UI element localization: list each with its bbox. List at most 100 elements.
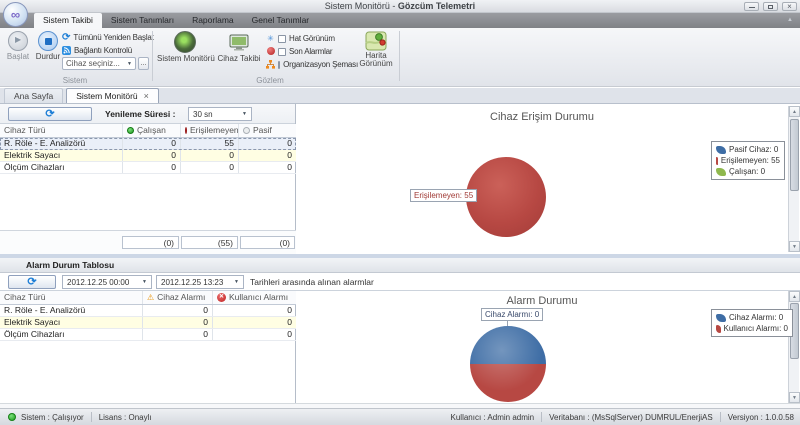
total-erisilemeyen: (55) (181, 236, 238, 249)
window-title: Sistem Monitörü - Gözcüm Telemetri (324, 1, 476, 11)
sistem-monitoru-button[interactable]: Sistem Monitörü (157, 30, 215, 63)
column-cihaz-turu[interactable]: Cihaz Türü (0, 291, 142, 304)
column-calisan[interactable]: Çalışan (122, 124, 180, 137)
status-system: Sistem : Çalışıyor (21, 412, 84, 422)
pie-alarm-durumu[interactable] (470, 326, 546, 402)
status-bar: Sistem : Çalışıyor Lisans : Onaylı Kulla… (0, 408, 800, 425)
group-label-gozlem: Gözlem (256, 76, 284, 85)
close-button[interactable]: × (782, 2, 797, 11)
legend-item: Kullanıcı Alarmı: 0 (716, 324, 788, 333)
table-row[interactable]: Ölçüm Cihazları 0 0 0 (0, 162, 296, 174)
monitor-toolbar: ⟳ Yenileme Süresi : 30 sn ▼ (0, 104, 295, 124)
stop-icon (38, 31, 58, 51)
ribbon: Başlat Durdur ⟳ Tümünü Yeniden Başlat Ba… (0, 28, 800, 87)
scroll-thumb[interactable] (790, 119, 799, 191)
date-to-combo[interactable]: 2012.12.25 13:23 ▼ (156, 275, 244, 289)
alarm-refresh-button[interactable]: ⟳ (8, 275, 56, 289)
column-cihaz-alarmi[interactable]: ⚠ Cihaz Alarmı (142, 291, 212, 304)
chart-legend: Cihaz Alarmı: 0 Kullanıcı Alarmı: 0 (711, 309, 793, 337)
cihaz-takibi-button[interactable]: Cihaz Takibi (215, 30, 263, 63)
doc-tab-sistem-monitoru[interactable]: Sistem Monitörü × (66, 88, 159, 103)
status-separator (90, 412, 92, 422)
group-label-sistem: Sistem (62, 76, 88, 85)
device-browse-button[interactable]: ... (138, 57, 149, 70)
ribbon-tab-sistem-takibi[interactable]: Sistem Takibi (34, 13, 102, 28)
running-dot-icon (127, 127, 134, 134)
legend-swatch-green (716, 167, 726, 176)
legend-swatch-blue (716, 313, 726, 322)
column-cihaz-turu[interactable]: Cihaz Türü (0, 124, 122, 137)
alarm-grid: Cihaz Türü ⚠ Cihaz Alarmı ✕ Kullanıcı Alar… (0, 291, 296, 403)
alarm-chart-panel: Alarm Durumu Cihaz Alarmı: 0 Cihaz Alarm… (297, 291, 800, 403)
alarm-icon (266, 46, 275, 57)
alarm-grid-header: Cihaz Türü ⚠ Cihaz Alarmı ✕ Kullanıcı Alar… (0, 291, 296, 305)
date-from-combo[interactable]: 2012.12.25 00:00 ▼ (62, 275, 152, 289)
table-row[interactable]: Elektrik Sayacı 0 0 (0, 317, 296, 329)
map-icon (365, 31, 387, 51)
refresh-button[interactable]: ⟳ (8, 107, 92, 121)
minimize-button[interactable] (744, 2, 759, 11)
organizasyon-semasi-checkbox[interactable] (278, 60, 281, 69)
ribbon-collapse-icon[interactable]: ▲ (784, 16, 796, 25)
chevron-down-icon: ▼ (142, 279, 147, 285)
title-bar: Sistem Monitörü - Gözcüm Telemetri (0, 0, 800, 13)
table-row[interactable]: R. Röle - E. Analizörü 0 55 0 (0, 138, 296, 150)
refresh-interval-combo[interactable]: 30 sn ▼ (188, 107, 252, 121)
restart-all-button[interactable]: ⟳ Tümünü Yeniden Başlat (62, 31, 154, 44)
total-pasif: (0) (240, 236, 295, 249)
refresh-icon: ⟳ (45, 108, 55, 120)
hat-gorunum-checkbox[interactable] (278, 34, 286, 43)
doc-tab-ana-sayfa[interactable]: Ana Sayfa (4, 88, 64, 103)
chart-scrollbar[interactable]: ▲ ▼ (788, 291, 800, 403)
chart-title: Alarm Durumu (506, 295, 578, 307)
scroll-up-icon[interactable]: ▲ (789, 291, 800, 302)
legend-swatch-red (716, 324, 721, 333)
play-icon (8, 31, 28, 51)
close-icon: × (787, 2, 792, 11)
legend-item: Çalışan: 0 (716, 167, 780, 176)
scroll-down-icon[interactable]: ▼ (789, 241, 800, 252)
hat-gorunum-option[interactable]: ✳ Hat Görünüm (266, 32, 358, 45)
scroll-up-icon[interactable]: ▲ (789, 106, 800, 117)
column-kullanici-alarmi[interactable]: ✕ Kullanıcı Alarmı (212, 291, 296, 304)
document-tab-bar: Ana Sayfa Sistem Monitörü × (0, 88, 800, 104)
pie-erisilemeyen[interactable] (466, 157, 546, 237)
table-row[interactable]: Elektrik Sayacı 0 0 0 (0, 150, 296, 162)
device-select-combo[interactable]: Cihaz seçiniz... ▼ (62, 57, 136, 70)
restore-button[interactable] (763, 2, 778, 11)
son-alarmlar-checkbox[interactable] (278, 47, 286, 56)
legend-item: Erişilemeyen: 55 (716, 156, 780, 165)
son-alarmlar-option[interactable]: Son Alarmlar (266, 45, 358, 58)
connection-check-button[interactable]: Bağlantı Kontrolü (62, 44, 152, 57)
alarm-section: Alarm Durum Tablosu ⟳ 2012.12.25 00:00 ▼… (0, 258, 800, 403)
tab-close-icon[interactable]: × (144, 91, 149, 101)
chevron-down-icon: ▼ (234, 279, 239, 285)
device-grid-header: Cihaz Türü Çalışan Erişilemeyen Pasif (0, 124, 296, 138)
minimize-icon (749, 7, 755, 8)
org-chart-icon (266, 60, 275, 69)
refresh-icon: ⟳ (27, 276, 37, 288)
ribbon-tab-genel-tanimlar[interactable]: Genel Tanımlar (243, 13, 318, 28)
table-row[interactable]: Ölçüm Cihazları 0 0 (0, 329, 296, 341)
ribbon-tab-sistem-tanimlari[interactable]: Sistem Tanımları (102, 13, 183, 28)
table-row[interactable]: R. Röle - E. Analizörü 0 0 (0, 305, 296, 317)
user-alarm-icon: ✕ (217, 293, 226, 302)
harita-gorunum-button[interactable]: Harita Görünüm (356, 30, 396, 68)
chart-scrollbar[interactable]: ▲ ▼ (788, 106, 800, 252)
group-separator (399, 31, 400, 81)
column-pasif[interactable]: Pasif (238, 124, 296, 137)
ribbon-tab-raporlama[interactable]: Raporlama (183, 13, 243, 28)
group-separator (152, 31, 153, 81)
column-erisilemeyen[interactable]: Erişilemeyen (180, 124, 239, 137)
grid-totals-band: (0) (55) (0) (0, 230, 296, 254)
durdur-button[interactable]: Durdur (33, 30, 63, 61)
app-logo-icon[interactable]: ∞ (3, 2, 28, 27)
status-license: Lisans : Onaylı (98, 412, 152, 422)
device-track-icon (228, 31, 250, 53)
legend-swatch-blue (716, 145, 726, 154)
organizasyon-semasi-option[interactable]: Organizasyon Şeması (266, 58, 358, 71)
status-separator (541, 412, 543, 422)
scroll-down-icon[interactable]: ▼ (789, 392, 800, 403)
date-range-hint: Tarihleri arasında alınan alarmlar (250, 277, 374, 287)
baslat-button[interactable]: Başlat (3, 30, 33, 61)
